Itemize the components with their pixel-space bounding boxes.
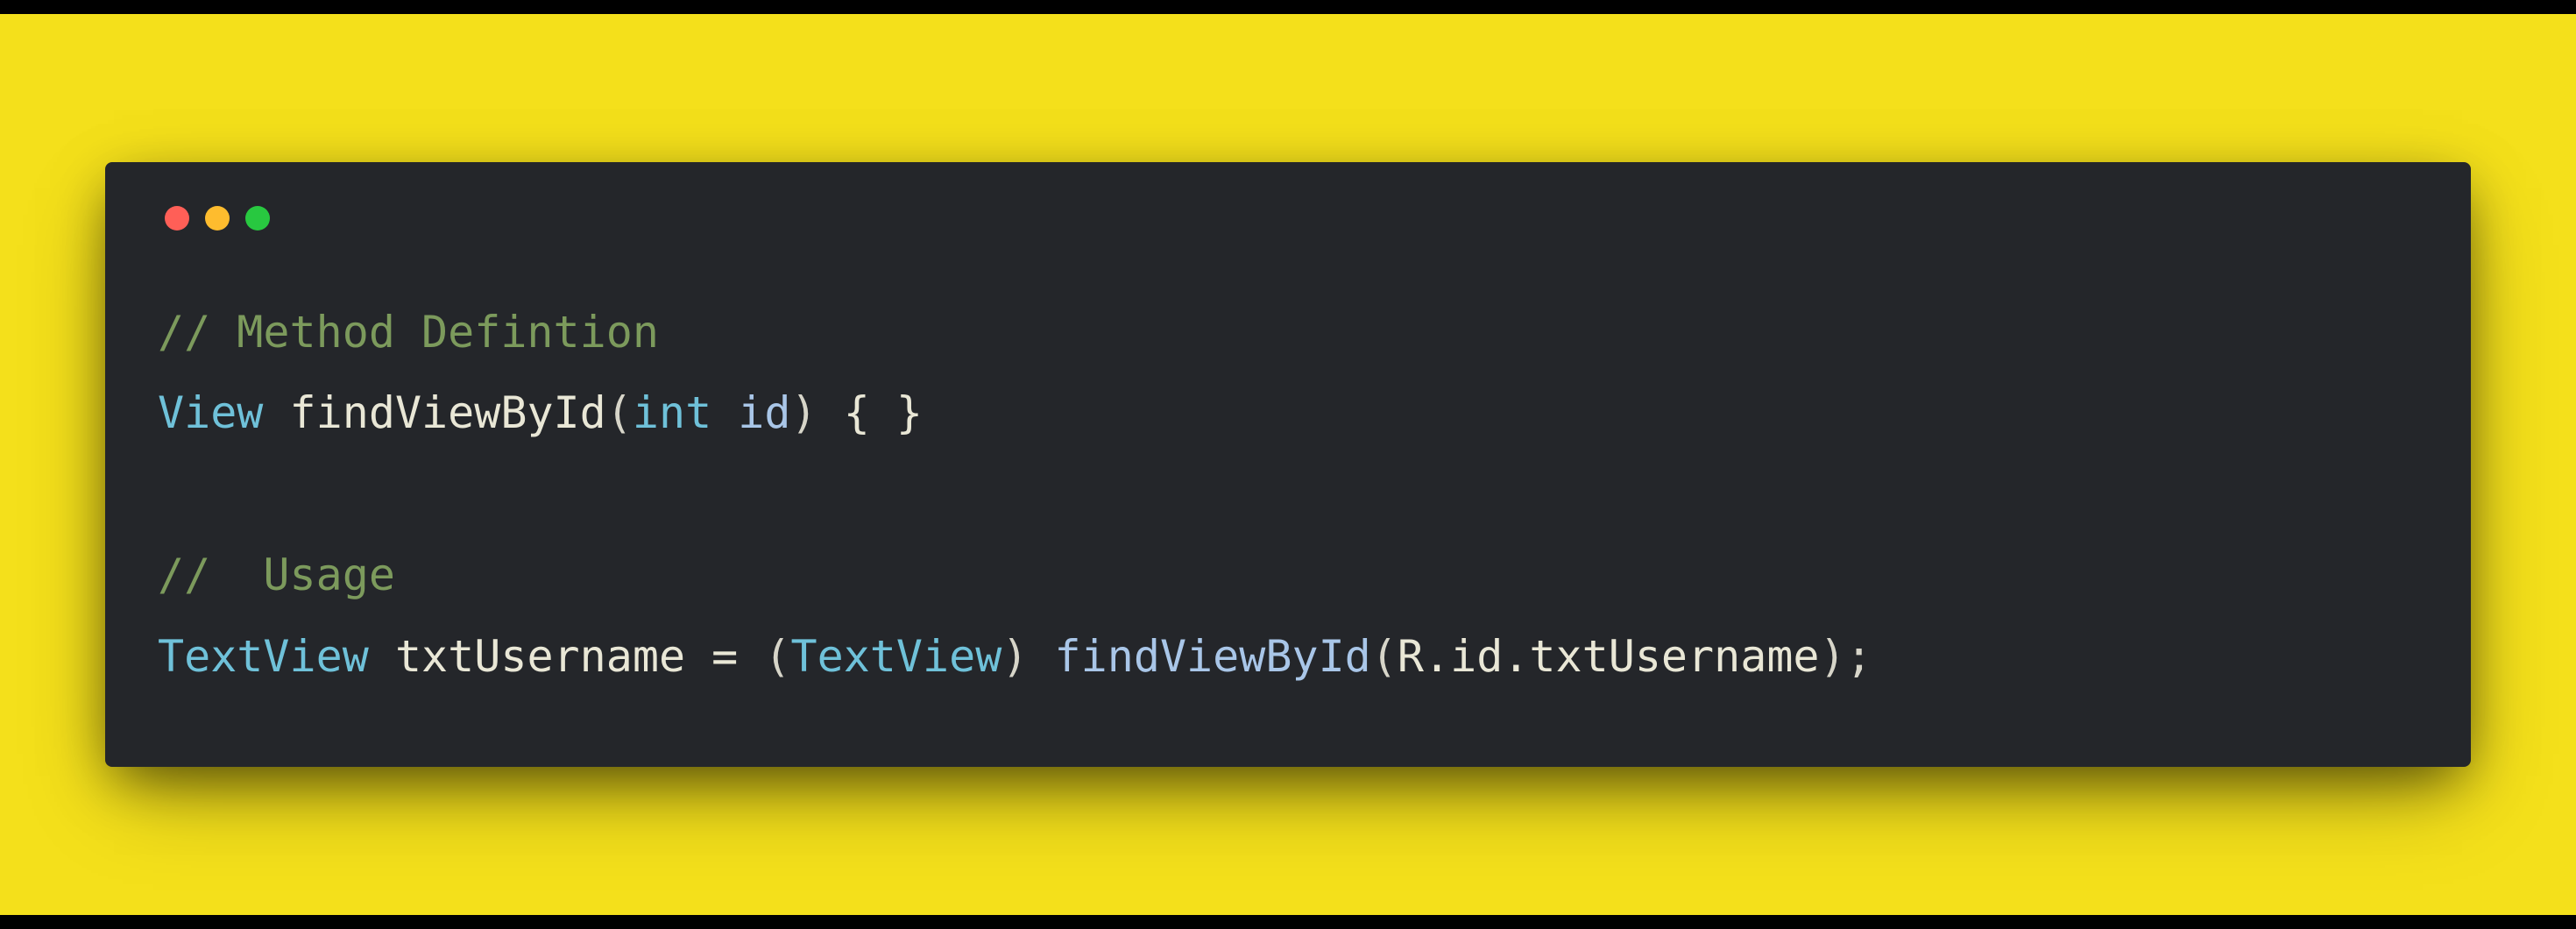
code-punct: ( [606,387,633,438]
code-punct: ) [1820,631,1846,682]
code-comment: // Method Defintion [158,307,659,358]
code-semi: ; [1846,631,1872,682]
code-eq: = [685,631,764,682]
code-punct: ( [764,631,790,682]
code-return-type: View [158,387,263,438]
code-param-type: int [633,387,711,438]
code-call-name: findViewById [1055,631,1371,682]
code-window: // Method Defintion View findViewById(in… [105,162,2471,768]
minimize-icon[interactable] [205,206,230,230]
code-body: { } [817,387,923,438]
code-param-name: id [738,387,790,438]
code-method-name: findViewById [290,387,606,438]
code-punct: ) [1001,631,1028,682]
code-punct: ) [791,387,817,438]
window-titlebar [158,206,2418,230]
code-punct: ( [1371,631,1398,682]
page-background: // Method Defintion View findViewById(in… [0,0,2576,929]
code-var-name: txtUsername [395,631,685,682]
code-arg: R.id.txtUsername [1398,631,1820,682]
close-icon[interactable] [165,206,189,230]
code-cast-type: TextView [791,631,1002,682]
code-comment: // Usage [158,550,395,600]
maximize-icon[interactable] [245,206,270,230]
code-blank-line [158,469,184,520]
code-block: // Method Defintion View findViewById(in… [158,292,2418,698]
code-decl-type: TextView [158,631,369,682]
